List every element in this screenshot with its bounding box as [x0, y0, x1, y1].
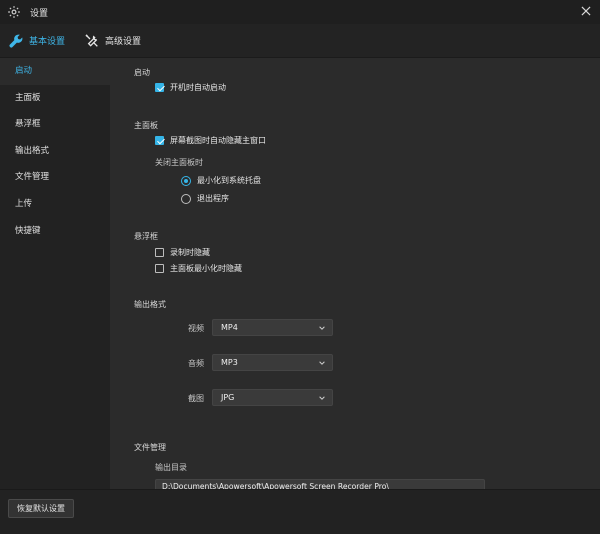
- output-dir-label: 输出目录: [155, 463, 187, 472]
- minimize-to-tray-radio[interactable]: [181, 175, 191, 186]
- restore-defaults-button[interactable]: 恢复默认设置: [8, 499, 74, 518]
- title-bar: 设置: [0, 0, 600, 24]
- hide-minimized-option[interactable]: 主面板最小化时隐藏: [155, 263, 242, 274]
- sidebar-item-output-format[interactable]: 输出格式: [0, 138, 110, 165]
- auto-start-checkbox[interactable]: [155, 83, 164, 92]
- settings-content: 启动 开机时自动启动 主面板 屏幕截图时自动隐藏主窗口 关闭主面板时 最小化到系…: [110, 58, 600, 489]
- exit-program-label: 退出程序: [197, 194, 229, 203]
- tab-basic-label: 基本设置: [29, 37, 66, 47]
- wrench-icon: [9, 34, 23, 48]
- hide-minimized-label: 主面板最小化时隐藏: [170, 264, 242, 273]
- minimize-to-tray-option[interactable]: 最小化到系统托盘: [181, 175, 261, 186]
- footer-bar: 恢复默认设置: [0, 489, 600, 534]
- hide-on-capture-checkbox[interactable]: [155, 136, 164, 145]
- hide-minimized-checkbox[interactable]: [155, 264, 164, 273]
- files-section-title: 文件管理: [134, 443, 166, 452]
- image-format-select[interactable]: JPG: [212, 389, 333, 406]
- sidebar-item-floating[interactable]: 悬浮框: [0, 111, 110, 138]
- hide-recording-label: 录制时隐藏: [170, 248, 210, 257]
- tools-icon: [85, 34, 98, 47]
- hide-on-capture-option[interactable]: 屏幕截图时自动隐藏主窗口: [155, 135, 266, 146]
- sidebar: 启动 主面板 悬浮框 输出格式 文件管理 上传 快捷键: [0, 58, 110, 489]
- chevron-down-icon: [319, 325, 325, 330]
- output-dir-field[interactable]: D:\Documents\Apowersoft\Apowersoft Scree…: [155, 479, 485, 489]
- sidebar-item-startup[interactable]: 启动: [0, 58, 110, 85]
- image-format-label: 截图: [188, 394, 204, 403]
- tab-advanced-settings[interactable]: 高级设置: [84, 24, 141, 57]
- exit-program-radio[interactable]: [181, 193, 191, 204]
- chevron-down-icon: [319, 360, 325, 365]
- tab-advanced-label: 高级设置: [105, 37, 142, 47]
- settings-tabs: 基本设置 高级设置: [0, 24, 600, 58]
- close-panel-label: 关闭主面板时: [155, 158, 203, 167]
- video-format-value: MP4: [221, 323, 238, 332]
- audio-format-value: MP3: [221, 358, 238, 367]
- audio-format-label: 音频: [188, 359, 204, 368]
- audio-format-select[interactable]: MP3: [212, 354, 333, 371]
- hide-on-capture-label: 屏幕截图时自动隐藏主窗口: [170, 136, 266, 145]
- video-format-label: 视频: [188, 324, 204, 333]
- chevron-down-icon: [319, 395, 325, 400]
- startup-section-title: 启动: [134, 68, 150, 77]
- hide-recording-option[interactable]: 录制时隐藏: [155, 247, 210, 258]
- image-format-value: JPG: [221, 393, 235, 402]
- hide-recording-checkbox[interactable]: [155, 248, 164, 257]
- auto-start-label: 开机时自动启动: [170, 83, 226, 92]
- sidebar-item-upload[interactable]: 上传: [0, 191, 110, 218]
- sidebar-item-file-management[interactable]: 文件管理: [0, 164, 110, 191]
- main-panel-section-title: 主面板: [134, 121, 158, 130]
- video-format-select[interactable]: MP4: [212, 319, 333, 336]
- close-icon[interactable]: [579, 4, 593, 18]
- minimize-to-tray-label: 最小化到系统托盘: [197, 176, 261, 185]
- sidebar-item-hotkeys[interactable]: 快捷键: [0, 218, 110, 245]
- window-title: 设置: [30, 8, 49, 19]
- exit-program-option[interactable]: 退出程序: [181, 193, 229, 204]
- gear-icon: [8, 6, 20, 18]
- auto-start-option[interactable]: 开机时自动启动: [155, 82, 226, 93]
- output-section-title: 输出格式: [134, 300, 166, 309]
- tab-basic-settings[interactable]: 基本设置: [8, 24, 65, 57]
- sidebar-item-main-panel[interactable]: 主面板: [0, 85, 110, 112]
- floating-section-title: 悬浮框: [134, 232, 158, 241]
